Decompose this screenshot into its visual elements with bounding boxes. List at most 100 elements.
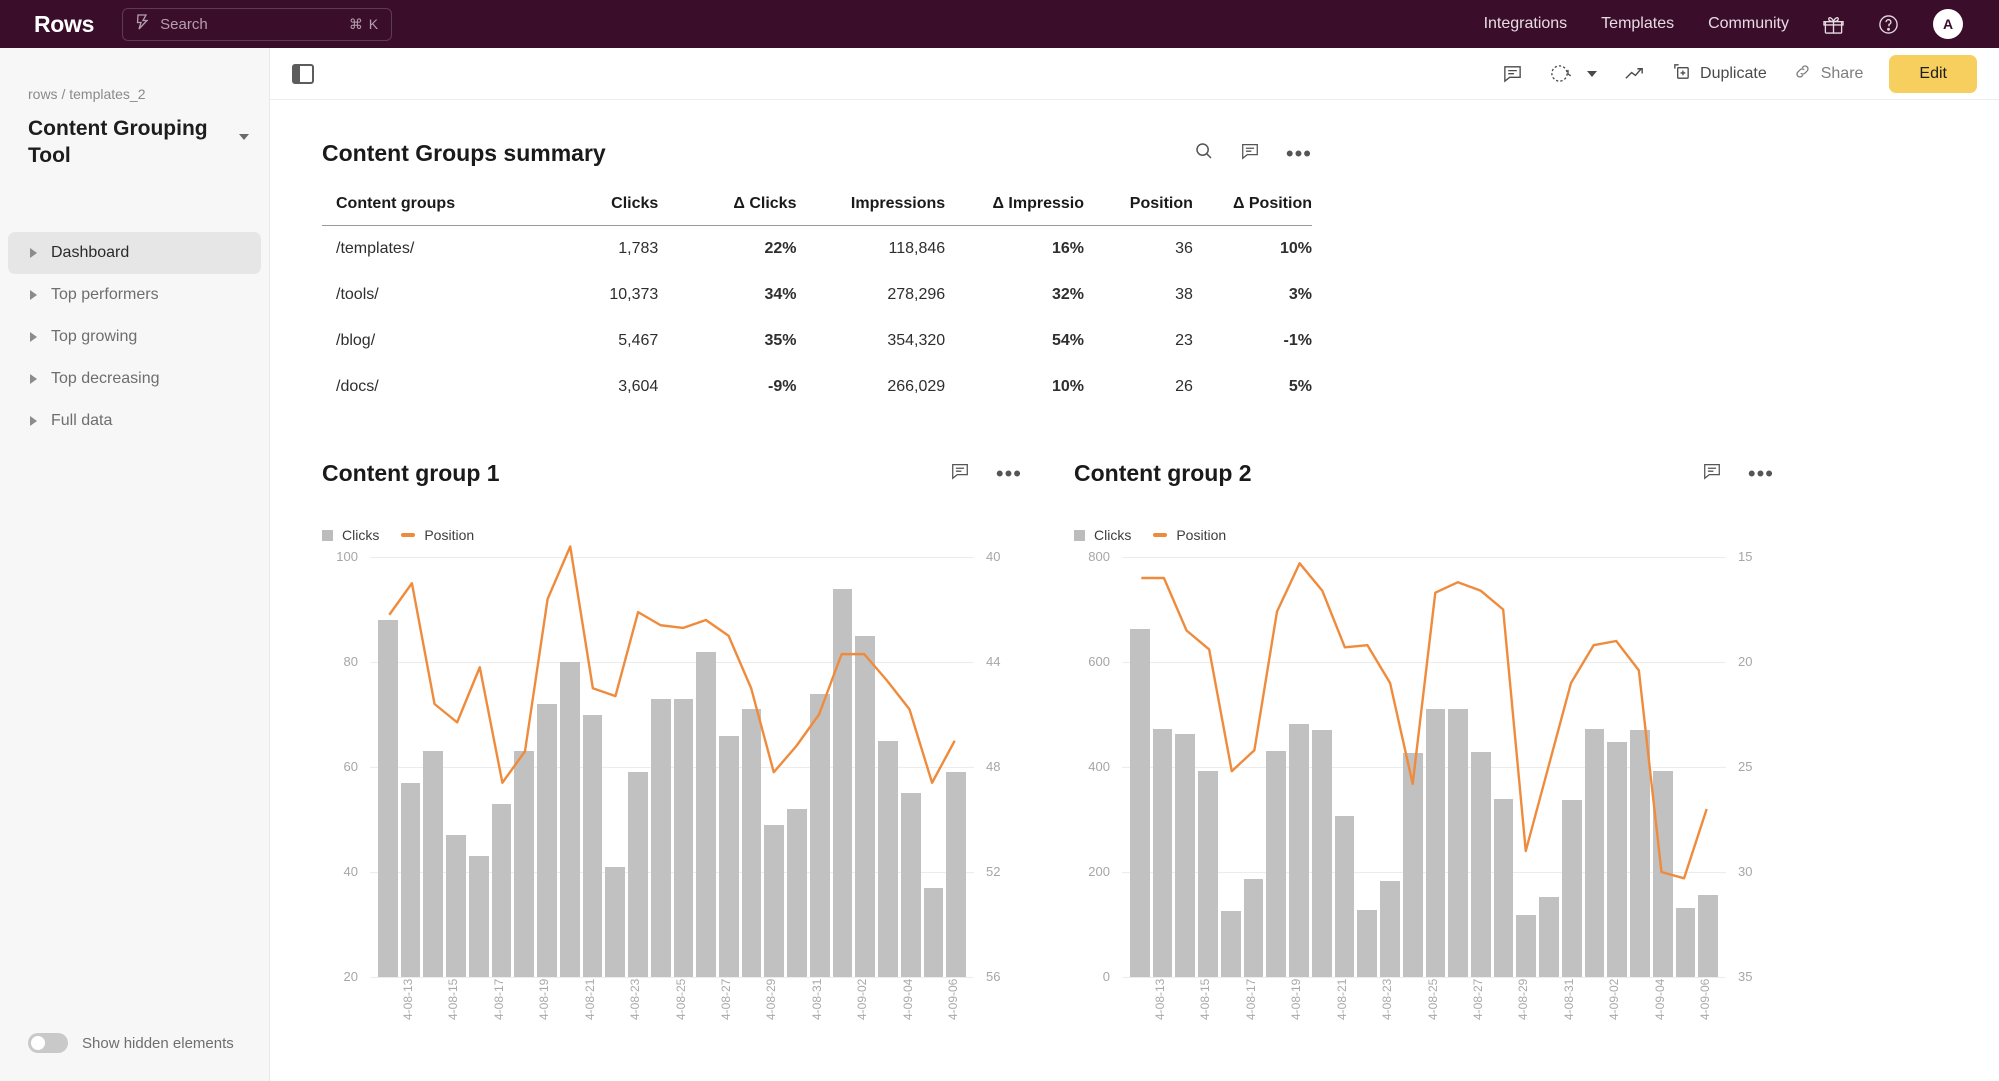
x-axis-tick-label: 4-08-25 (673, 979, 688, 1021)
col-content-groups[interactable]: Content groups (322, 195, 531, 226)
chart2-x-axis-labels: 4-08-13 4-08-15 4-08-17 4-08-19 4-08-21 4-08-… (1074, 977, 1774, 1073)
gift-icon[interactable] (1823, 14, 1844, 35)
sidebar-item-dashboard[interactable]: Dashboard (8, 231, 261, 274)
toggle-switch[interactable] (28, 1033, 68, 1053)
cell-delta-impressions: 10% (1051, 378, 1085, 395)
x-axis-tick-label (924, 979, 944, 1065)
x-axis-tick-label (1357, 979, 1377, 1065)
x-axis-tick-label: 4-08-15 (1198, 979, 1213, 1021)
legend-label: Clicks (1094, 527, 1132, 543)
x-axis-tick-label (1403, 979, 1423, 1065)
x-axis-tick-label: 4-08-19 (1289, 979, 1304, 1021)
show-hidden-elements-toggle[interactable]: Show hidden elements (28, 1033, 234, 1053)
plot-area (1130, 557, 1719, 977)
col-impressions[interactable]: Impressions (796, 195, 946, 226)
x-axis-tick-label (1676, 979, 1696, 1065)
col-delta-position[interactable]: Δ Position (1192, 195, 1312, 226)
top-bar: Rows Search ⌘ K Integrations Templates C… (0, 0, 1999, 48)
line-series (1130, 557, 1718, 977)
legend-swatch-bar-icon (322, 529, 333, 541)
col-delta-impressions[interactable]: Δ Impressio (945, 195, 1085, 226)
share-button[interactable]: Share (1793, 62, 1863, 86)
x-axis-tick-label: 4-08-17 (491, 979, 506, 1021)
sidebar-item-top-growing[interactable]: Top growing (8, 316, 261, 358)
x-axis-tick-label: 4-08-23 (1380, 979, 1395, 1021)
comment-icon[interactable] (1502, 63, 1523, 84)
summary-card-actions: ••• (1194, 141, 1312, 166)
x-axis-tick-label (651, 979, 671, 1065)
table-row[interactable]: /blog/5,467 35% 354,320 54% 23 -1% (322, 318, 1312, 364)
col-clicks[interactable]: Clicks (530, 195, 659, 226)
page-title: Content Grouping Tool (28, 117, 208, 167)
y-axis-tick-label: 400 (1088, 759, 1110, 774)
sidebar-toggle-icon[interactable] (292, 63, 314, 84)
x-axis-tick-label: 4-08-23 (628, 979, 643, 1021)
x-axis-tick-label (742, 979, 762, 1065)
y2-axis-tick-label: 52 (986, 864, 1001, 879)
x-axis-tick-label (833, 979, 853, 1065)
x-axis-tick-label (1448, 979, 1468, 1065)
legend-swatch-bar-icon (1074, 529, 1085, 541)
nav-community[interactable]: Community (1708, 15, 1789, 33)
sidebar-item-top-decreasing[interactable]: Top decreasing (8, 358, 261, 400)
legend-swatch-line-icon (1153, 533, 1168, 537)
nav-integrations[interactable]: Integrations (1484, 15, 1568, 33)
x-axis-tick-label: 4-09-04 (900, 979, 915, 1021)
x-axis-tick-label (696, 979, 716, 1065)
x-axis-tick-label (1585, 979, 1605, 1065)
x-axis-tick-label: 4-08-13 (400, 979, 415, 1021)
more-horizontal-icon[interactable]: ••• (1748, 462, 1774, 484)
y-axis-tick-label: 60 (343, 759, 358, 774)
x-axis-tick-label: 4-08-29 (1516, 979, 1531, 1021)
legend-item-clicks[interactable]: Clicks (322, 527, 379, 543)
legend-item-clicks[interactable]: Clicks (1074, 527, 1131, 543)
cell-impressions: 266,029 (887, 378, 946, 395)
chart1-actions: ••• (950, 461, 1022, 486)
cell-clicks: 10,373 (609, 286, 659, 303)
history-clock-icon[interactable] (1549, 63, 1598, 84)
trending-up-icon[interactable] (1623, 63, 1646, 84)
x-axis-tick-label: 4-09-04 (1652, 979, 1667, 1021)
rows-logo[interactable]: Rows (34, 11, 94, 38)
search-input[interactable]: Search ⌘ K (122, 7, 393, 41)
chart2-header: Content group 2 ••• (1074, 460, 1774, 487)
col-delta-clicks[interactable]: Δ Clicks (658, 195, 797, 226)
y-axis-tick-label: 100 (336, 549, 358, 564)
more-horizontal-icon[interactable]: ••• (996, 462, 1022, 484)
sidebar-item-full-data[interactable]: Full data (8, 400, 261, 442)
edit-button[interactable]: Edit (1889, 54, 1977, 93)
avatar[interactable]: A (1933, 9, 1963, 39)
col-position[interactable]: Position (1084, 195, 1193, 226)
comment-icon[interactable] (1702, 461, 1722, 486)
breadcrumb[interactable]: rows / templates_2 (0, 48, 269, 102)
comment-icon[interactable] (1240, 141, 1260, 166)
cell-delta-clicks: -9% (768, 378, 797, 395)
y2-axis-tick-label: 25 (1738, 759, 1753, 774)
chevron-right-icon (30, 373, 37, 384)
x-axis-tick-label (1221, 979, 1241, 1065)
cell-delta-clicks: 22% (764, 240, 797, 257)
sidebar-item-top-performers[interactable]: Top performers (8, 274, 261, 316)
help-circle-icon[interactable] (1878, 14, 1899, 35)
x-axis-tick-label (605, 979, 625, 1065)
nav-templates[interactable]: Templates (1601, 15, 1674, 33)
search-icon[interactable] (1194, 141, 1214, 166)
cell-clicks: 3,604 (618, 378, 659, 395)
chart2-title: Content group 2 (1074, 460, 1252, 486)
duplicate-button[interactable]: Duplicate (1672, 62, 1767, 86)
table-row[interactable]: /docs/3,604 -9% 266,029 10% 26 5% (322, 364, 1312, 410)
comment-icon[interactable] (950, 461, 970, 486)
table-row[interactable]: /templates/1,783 22% 118,846 16% 36 10% (322, 226, 1312, 273)
chevron-down-icon[interactable] (239, 134, 249, 140)
more-horizontal-icon[interactable]: ••• (1286, 142, 1312, 164)
table-header-row: Content groups Clicks Δ Clicks Impressio… (322, 195, 1312, 226)
cell-position: 38 (1175, 286, 1193, 303)
x-axis-tick-labels: 4-08-13 4-08-15 4-08-17 4-08-19 4-08-21 4-08-… (378, 979, 966, 1065)
legend-item-position[interactable]: Position (1153, 527, 1226, 543)
x-axis-tick-label (1266, 979, 1286, 1065)
legend-item-position[interactable]: Position (401, 527, 474, 543)
chevron-down-icon[interactable] (1587, 70, 1598, 77)
cell-content-group: /docs/ (336, 378, 379, 395)
cell-position: 26 (1175, 378, 1193, 395)
table-row[interactable]: /tools/10,373 34% 278,296 32% 38 3% (322, 272, 1312, 318)
